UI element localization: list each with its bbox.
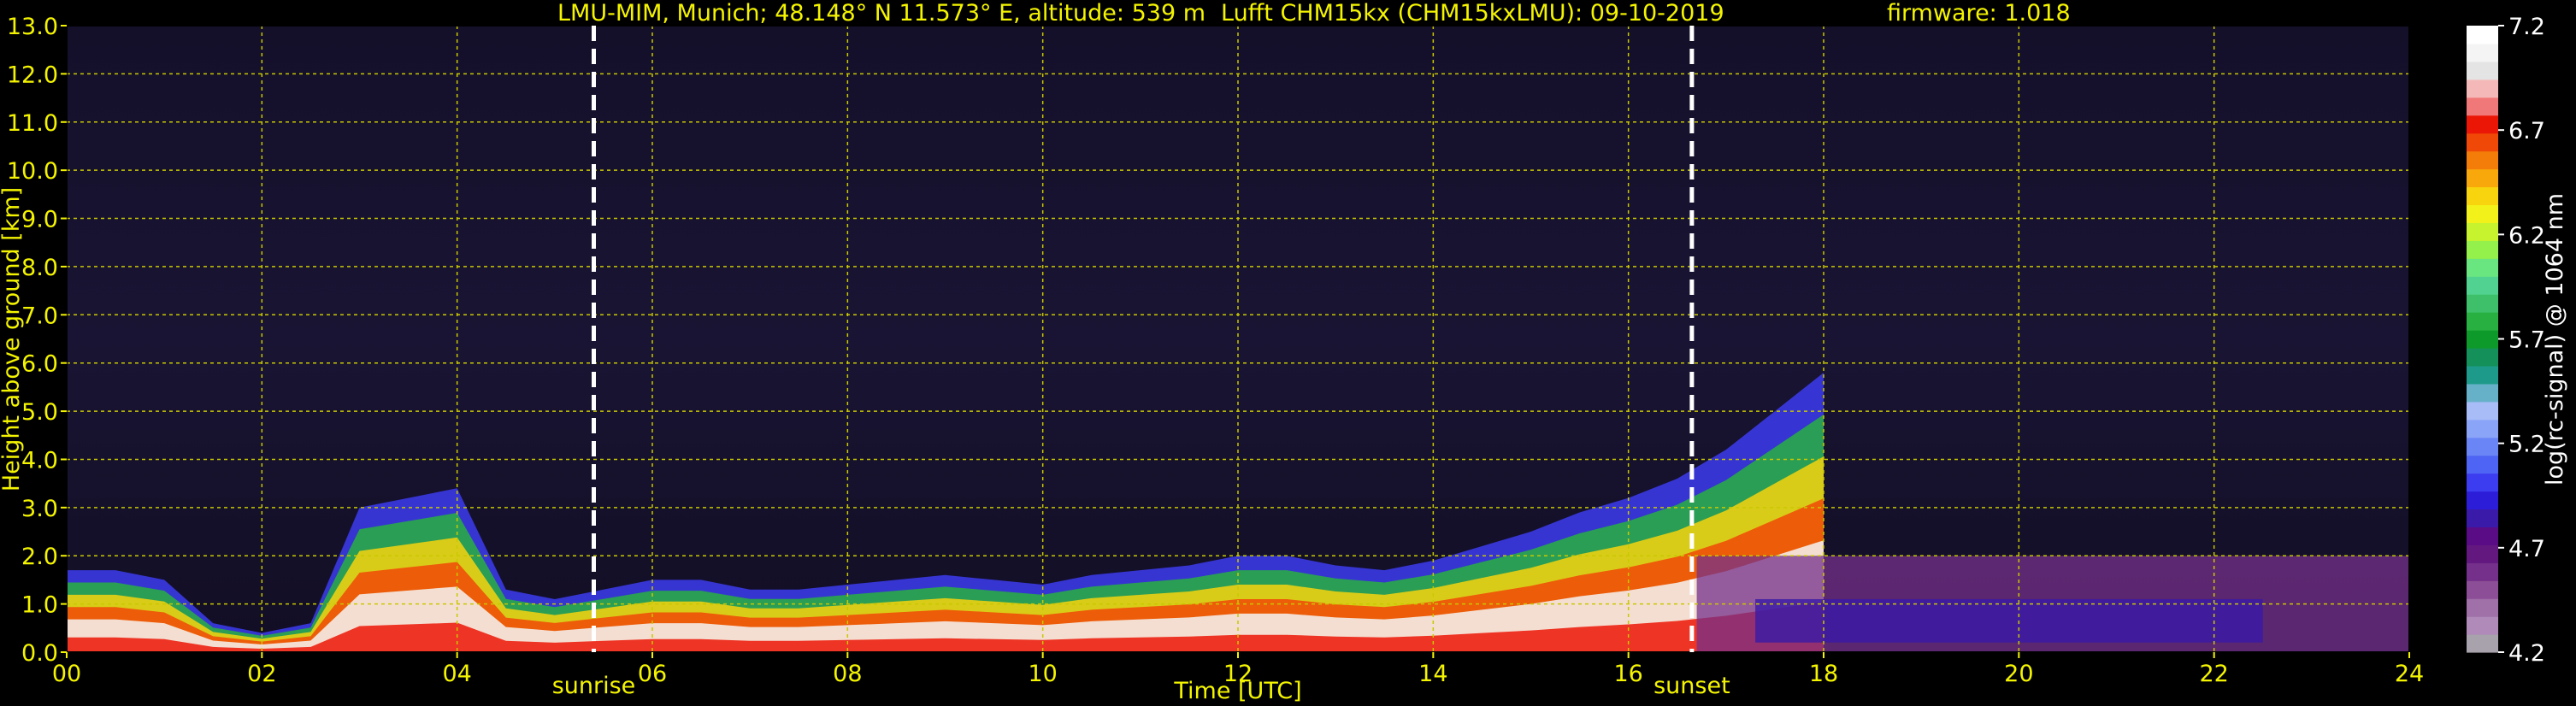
- colorbar: 4.2 4.7 5.2 5.7 6.2 6.7 7.2: [2467, 14, 2545, 667]
- y-tick-label: 7.0: [21, 303, 58, 329]
- colorbar-tick-label: 6.2: [2508, 222, 2545, 249]
- x-tick-label: 16: [1613, 661, 1642, 687]
- x-axis-label: Time [UTC]: [1173, 678, 1301, 704]
- colorbar-swatch: [2467, 437, 2498, 456]
- colorbar-swatch: [2467, 598, 2498, 617]
- colorbar-swatch: [2467, 61, 2498, 80]
- y-tick-label: 1.0: [21, 592, 58, 619]
- colorbar-tick-label: 5.2: [2508, 432, 2545, 458]
- y-tick-label: 8.0: [21, 255, 58, 281]
- y-tick-label: 11.0: [7, 110, 58, 137]
- colorbar-swatch: [2467, 276, 2498, 295]
- colorbar-swatch: [2467, 455, 2498, 474]
- y-tick-label: 4.0: [21, 447, 58, 474]
- x-tick-label: 14: [1418, 661, 1447, 687]
- colorbar-swatch: [2467, 186, 2498, 206]
- x-tick-label: 06: [638, 661, 667, 687]
- colorbar-swatch: [2467, 347, 2498, 367]
- colorbar-swatch: [2467, 544, 2498, 563]
- y-tick-label: 6.0: [21, 351, 58, 378]
- colorbar-swatch: [2467, 26, 2498, 44]
- colorbar-swatch: [2467, 43, 2498, 62]
- colorbar-swatch: [2467, 204, 2498, 223]
- event-label-sunset: sunset: [1653, 673, 1730, 699]
- colorbar-swatch: [2467, 383, 2498, 403]
- x-tick-label: 20: [2004, 661, 2033, 687]
- colorbar-tick-label: 7.2: [2508, 14, 2545, 40]
- y-axis-label: Height above ground [km]: [0, 187, 25, 491]
- y-tick-label: 0.0: [21, 640, 58, 667]
- x-tick-label: 18: [1809, 661, 1838, 687]
- colorbar-swatch: [2467, 240, 2498, 259]
- colorbar-swatch: [2467, 365, 2498, 385]
- chart-overlay: sunrise sunset 00 02 04 06 08 10 12 14 16 18 20 22 24…: [0, 14, 2568, 704]
- y-tick-label: 3.0: [21, 496, 58, 522]
- x-tick-label: 08: [833, 661, 862, 687]
- x-tick-label: 24: [2395, 661, 2424, 687]
- ceilometer-chart: LMU-MIM, Munich; 48.148° N 11.573° E, al…: [0, 0, 2576, 706]
- colorbar-swatch: [2467, 79, 2498, 98]
- colorbar-swatch: [2467, 634, 2498, 653]
- colorbar-swatch: [2467, 330, 2498, 349]
- y-tick-label: 13.0: [7, 14, 58, 40]
- colorbar-swatch: [2467, 312, 2498, 331]
- y-tick-label: 2.0: [21, 544, 58, 570]
- x-tick-label: 10: [1028, 661, 1057, 687]
- colorbar-swatch: [2467, 258, 2498, 277]
- residual-layer-core: [1755, 598, 2263, 643]
- x-tick-label: 02: [247, 661, 276, 687]
- y-tick-label: 10.0: [7, 158, 58, 185]
- colorbar-swatch: [2467, 509, 2498, 527]
- colorbar-swatch: [2467, 150, 2498, 170]
- colorbar-swatch: [2467, 222, 2498, 241]
- colorbar-swatch: [2467, 473, 2498, 492]
- colorbar-swatch: [2467, 419, 2498, 438]
- colorbar-swatch: [2467, 562, 2498, 581]
- colorbar-tick-label: 4.7: [2508, 536, 2545, 562]
- colorbar-swatch: [2467, 527, 2498, 545]
- colorbar-swatch: [2467, 97, 2498, 116]
- colorbar-swatch: [2467, 132, 2498, 152]
- event-label-sunrise: sunrise: [552, 673, 636, 699]
- colorbar-tick-label: 6.7: [2508, 118, 2545, 144]
- colorbar-swatch: [2467, 616, 2498, 635]
- y-tick-label: 5.0: [21, 399, 58, 426]
- x-tick-label: 22: [2199, 661, 2228, 687]
- y-tick-label: 12.0: [7, 62, 58, 88]
- colorbar-tick-label: 4.2: [2508, 640, 2545, 667]
- y-tick-label: 9.0: [21, 207, 58, 233]
- colorbar-swatch: [2467, 491, 2498, 510]
- colorbar-swatch: [2467, 401, 2498, 421]
- x-tick-label: 04: [442, 661, 471, 687]
- colorbar-swatch: [2467, 580, 2498, 599]
- colorbar-swatch: [2467, 294, 2498, 313]
- colorbar-swatch: [2467, 168, 2498, 188]
- colorbar-tick-label: 5.7: [2508, 327, 2545, 354]
- colorbar-swatch: [2467, 115, 2498, 134]
- colorbar-label: log(rc-signal) @ 1064 nm: [2542, 193, 2568, 485]
